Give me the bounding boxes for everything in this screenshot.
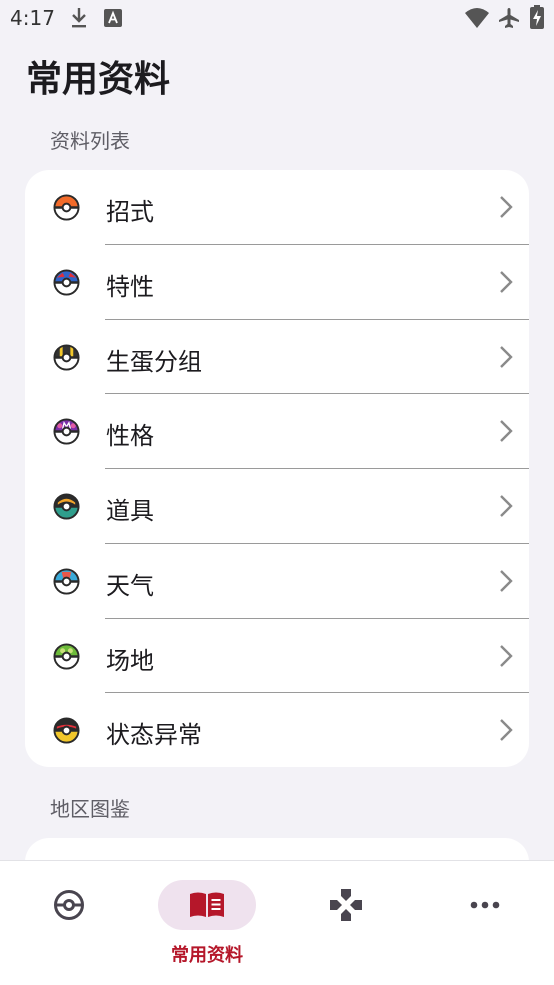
book-icon <box>190 892 224 917</box>
master-ball-icon <box>53 418 80 445</box>
list-item-status-conditions[interactable]: 状态异常 <box>25 693 529 767</box>
bottom-nav: 常用资料 <box>0 860 554 985</box>
page-title: 常用资料 <box>26 59 171 100</box>
wifi-icon <box>465 8 489 28</box>
list-item-label: 招式 <box>106 198 154 226</box>
list-item-items[interactable]: 道具 <box>25 469 529 544</box>
list-item-label: 道具 <box>106 497 154 525</box>
status-time: 4:17 <box>10 6 55 30</box>
airplane-icon <box>499 8 519 28</box>
list-item-label: 性格 <box>106 422 154 451</box>
friend-ball-icon <box>53 642 80 670</box>
section-label-regional-pokedex: 地区图鉴 <box>50 797 130 821</box>
ultra-ball-icon <box>53 343 80 371</box>
dusk-ball-icon <box>53 493 80 520</box>
nav-item-common-data[interactable]: 常用资料 <box>138 861 276 985</box>
list-item-weather[interactable]: 天气 <box>25 544 529 619</box>
chevron-right-icon <box>500 270 513 293</box>
list-item-moves[interactable]: 招式 <box>25 170 529 245</box>
list-item-egg-groups[interactable]: 生蛋分组 <box>25 320 529 395</box>
download-icon <box>72 8 86 28</box>
status-bar: 4:17 <box>0 0 554 38</box>
list-item-label: 天气 <box>106 571 154 600</box>
chevron-right-icon <box>500 569 513 592</box>
data-list-card: 招式 特性 生蛋分组 性格 道具 天气 场地 状态异常 <box>25 170 529 767</box>
dive-ball-icon <box>53 568 80 595</box>
chevron-right-icon <box>500 345 513 368</box>
list-item-label: 生蛋分组 <box>106 347 202 376</box>
chevron-right-icon <box>500 495 513 517</box>
chevron-right-icon <box>500 196 513 218</box>
list-item-abilities[interactable]: 特性 <box>25 245 529 320</box>
section-label-data-list: 资料列表 <box>50 129 130 153</box>
list-item-label: 特性 <box>106 272 154 301</box>
keyboard-a-icon <box>104 9 122 27</box>
list-item-label: 状态异常 <box>106 721 202 750</box>
nav-item-pokedex[interactable] <box>0 861 138 985</box>
luxury-ball-icon <box>53 717 80 744</box>
poke-ball-icon <box>53 194 80 221</box>
more-dots-icon <box>470 901 500 909</box>
pokeball-outline-icon <box>54 890 84 920</box>
chevron-right-icon <box>500 719 513 742</box>
gamepad-icon <box>330 889 362 921</box>
list-item-natures[interactable]: 性格 <box>25 394 529 469</box>
great-ball-icon <box>53 269 80 296</box>
list-item-label: 场地 <box>106 646 154 675</box>
chevron-right-icon <box>500 644 513 667</box>
battery-charging-icon <box>530 5 544 29</box>
list-item-terrain[interactable]: 场地 <box>25 619 529 694</box>
nav-label: 常用资料 <box>171 945 243 966</box>
nav-item-more[interactable] <box>416 861 554 985</box>
nav-item-games[interactable] <box>277 861 415 985</box>
chevron-right-icon <box>500 420 513 443</box>
